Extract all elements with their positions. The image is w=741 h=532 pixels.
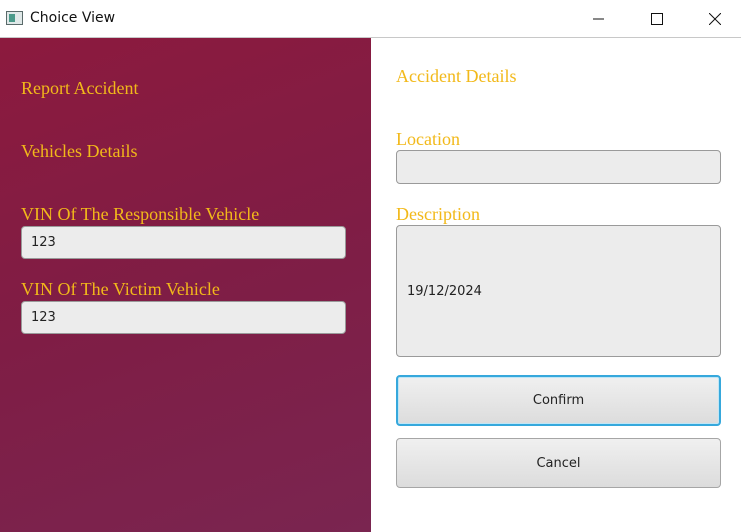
cancel-button[interactable]: Cancel <box>396 438 721 488</box>
window-title: Choice View <box>30 10 116 26</box>
app-icon <box>6 11 23 25</box>
maximize-icon <box>651 13 663 25</box>
vehicles-details-heading: Vehicles Details <box>21 141 138 161</box>
minimize-icon <box>593 18 604 20</box>
victim-vin-label: VIN Of The Victim Vehicle <box>21 279 220 299</box>
responsible-vin-field[interactable]: 123 <box>21 226 346 259</box>
accident-panel: Accident Details Location Description 19… <box>371 38 741 532</box>
description-field[interactable]: 19/12/2024 <box>396 225 721 357</box>
description-label: Description <box>396 204 480 224</box>
report-accident-heading: Report Accident <box>21 78 139 98</box>
close-icon <box>709 13 721 25</box>
minimize-button[interactable] <box>570 0 628 38</box>
victim-vin-field[interactable]: 123 <box>21 301 346 334</box>
close-button[interactable] <box>686 0 741 38</box>
location-field[interactable] <box>396 150 721 184</box>
location-label: Location <box>396 129 460 149</box>
accident-details-heading: Accident Details <box>396 66 517 86</box>
title-bar: Choice View <box>0 0 741 38</box>
confirm-button[interactable]: Confirm <box>396 375 721 426</box>
maximize-button[interactable] <box>628 0 686 38</box>
vehicle-panel: Report Accident Vehicles Details VIN Of … <box>0 38 371 532</box>
responsible-vin-label: VIN Of The Responsible Vehicle <box>21 204 260 224</box>
